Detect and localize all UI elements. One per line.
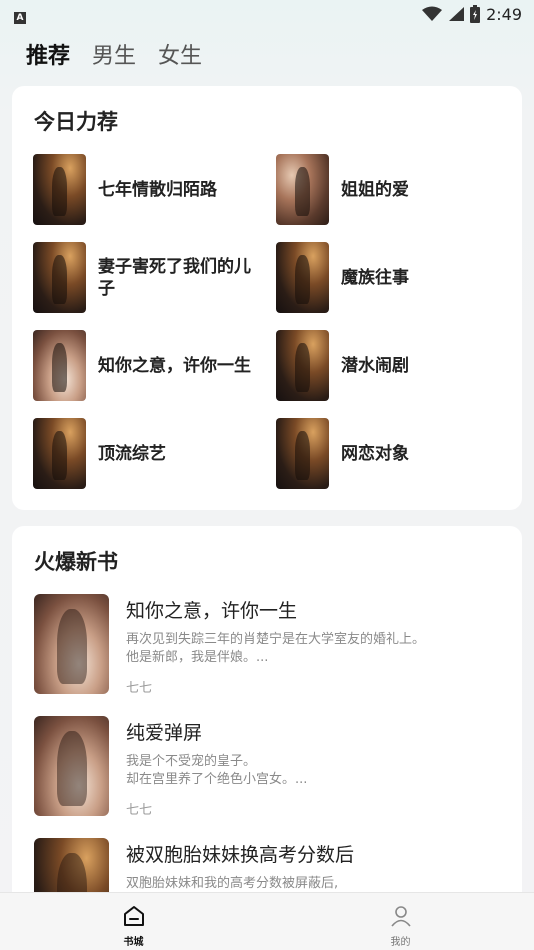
book-grid-item[interactable]: 顶流综艺 — [33, 418, 268, 489]
book-grid-item[interactable]: 知你之意，许你一生 — [33, 330, 268, 401]
hot-new-section-title: 火爆新书 — [34, 550, 118, 574]
book-cover — [34, 594, 109, 694]
book-grid-item[interactable]: 姐姐的爱 — [276, 154, 511, 225]
book-description: 我是个不受宠的皇子。 却在宫里养了个绝色小宫女。... — [126, 753, 486, 789]
book-title: 妻子害死了我们的儿子 — [98, 256, 251, 299]
signal-icon — [448, 6, 465, 22]
tab-female[interactable]: 女生 — [158, 38, 202, 70]
book-cover — [34, 716, 109, 816]
book-cover — [276, 154, 329, 225]
book-title: 知你之意，许你一生 — [126, 600, 298, 622]
book-grid-item[interactable]: 七年情散归陌路 — [33, 154, 268, 225]
tab-male[interactable]: 男生 — [92, 38, 136, 70]
book-description-line: 双胞胎妹妹和我的高考分数被屏蔽后, — [126, 876, 339, 891]
battery-icon — [470, 5, 481, 23]
nav-bookstore[interactable]: 书城 — [0, 893, 267, 950]
book-title: 七年情散归陌路 — [98, 179, 217, 200]
book-description-line: 再次见到失踪三年的肖楚宁是在大学室友的婚礼上。 — [126, 632, 426, 647]
book-cover — [276, 330, 329, 401]
book-author: 七七 — [126, 681, 153, 696]
book-cover — [276, 418, 329, 489]
book-grid-item[interactable]: 妻子害死了我们的儿子 — [33, 242, 268, 313]
hot-new-card: 火爆新书 知你之意，许你一生 再次见到失踪三年的肖楚宁是在大学室友的婚礼上。 他… — [12, 526, 522, 946]
book-grid-item[interactable]: 网恋对象 — [276, 418, 511, 489]
book-description-line: 却在宫里养了个绝色小宫女。... — [126, 772, 308, 787]
bottom-nav: 书城 我的 — [0, 892, 534, 950]
wifi-icon — [422, 6, 443, 22]
nav-label: 书城 — [123, 937, 144, 948]
status-left: A — [14, 5, 26, 24]
top-tabs: 推荐 男生 女生 — [26, 38, 202, 70]
book-list-item[interactable]: 知你之意，许你一生 再次见到失踪三年的肖楚宁是在大学室友的婚礼上。 他是新郎，我… — [34, 594, 504, 696]
book-title: 潜水闹剧 — [341, 355, 409, 376]
book-description-line: 我是个不受宠的皇子。 — [126, 754, 257, 769]
book-title: 被双胞胎妹妹换高考分数后 — [126, 844, 355, 866]
tab-recommend[interactable]: 推荐 — [26, 38, 70, 70]
book-title: 顶流综艺 — [98, 443, 166, 464]
book-cover — [33, 242, 86, 313]
book-title: 姐姐的爱 — [341, 179, 409, 200]
book-cover — [276, 242, 329, 313]
clock-time: 2:49 — [486, 4, 522, 24]
status-bar: A 2:49 — [0, 0, 534, 28]
book-grid-item[interactable]: 潜水闹剧 — [276, 330, 511, 401]
book-title: 知你之意，许你一生 — [98, 355, 251, 376]
book-description: 再次见到失踪三年的肖楚宁是在大学室友的婚礼上。 他是新郎，我是伴娘。... — [126, 631, 486, 667]
app-notification-icon: A — [14, 11, 26, 24]
book-cover — [33, 418, 86, 489]
book-author: 七七 — [126, 803, 153, 818]
status-right: 2:49 — [422, 5, 522, 24]
book-title: 纯爱弹屏 — [126, 722, 203, 744]
recommend-card: 今日力荐 七年情散归陌路 姐姐的爱 妻子害死了我们的儿子 魔族往事 知你之意，许… — [12, 86, 522, 510]
recommend-section-title: 今日力荐 — [34, 110, 118, 134]
book-title: 魔族往事 — [341, 267, 409, 288]
book-grid-item[interactable]: 魔族往事 — [276, 242, 511, 313]
book-title: 网恋对象 — [341, 443, 409, 464]
book-cover — [33, 330, 86, 401]
book-description-line: 他是新郎，我是伴娘。... — [126, 650, 269, 665]
book-list-item[interactable]: 纯爱弹屏 我是个不受宠的皇子。 却在宫里养了个绝色小宫女。... 七七 — [34, 716, 504, 818]
book-info: 纯爱弹屏 我是个不受宠的皇子。 却在宫里养了个绝色小宫女。... 七七 — [126, 716, 486, 818]
bookstore-icon — [122, 905, 146, 931]
book-cover — [33, 154, 86, 225]
nav-profile[interactable]: 我的 — [267, 893, 534, 950]
book-info: 知你之意，许你一生 再次见到失踪三年的肖楚宁是在大学室友的婚礼上。 他是新郎，我… — [126, 594, 486, 696]
book-description: 双胞胎妹妹和我的高考分数被屏蔽后, — [126, 875, 486, 893]
nav-label: 我的 — [390, 937, 411, 948]
profile-icon — [389, 905, 413, 931]
